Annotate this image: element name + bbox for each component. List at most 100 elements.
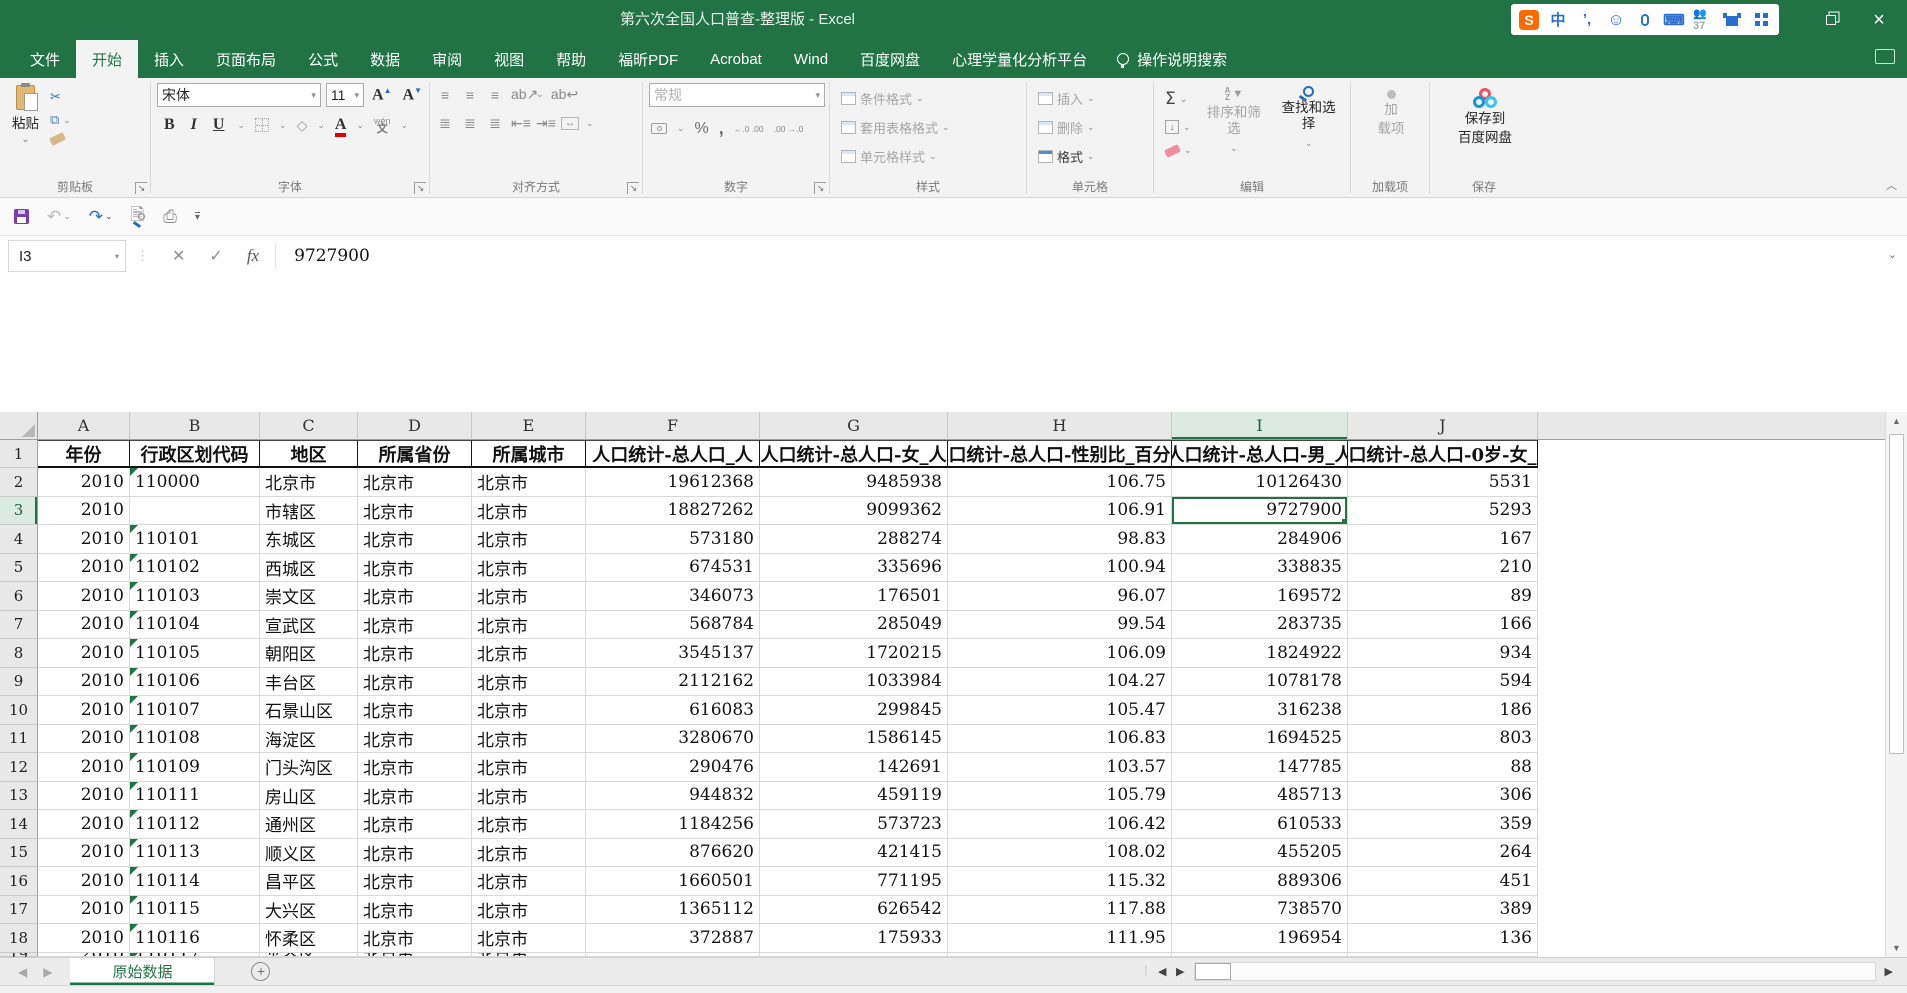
cell-I2[interactable]: 10126430: [1172, 468, 1348, 497]
cell-J16[interactable]: 451: [1348, 867, 1538, 896]
cell-styles-button[interactable]: 单元格样式 ⌄: [838, 145, 1020, 168]
restore-window-button[interactable]: [1811, 0, 1851, 40]
cell-C8[interactable]: 朝阳区: [260, 639, 358, 668]
column-header-C[interactable]: C: [260, 412, 358, 440]
increase-indent-icon[interactable]: ⇥≡: [536, 115, 556, 132]
cell-I18[interactable]: 196954: [1172, 924, 1348, 953]
cell-J14[interactable]: 359: [1348, 810, 1538, 839]
punctuation-icon[interactable]: ’,: [1577, 10, 1597, 30]
decrease-indent-icon[interactable]: ⇤≡: [511, 115, 531, 132]
insert-cells-button[interactable]: 插入 ⌄: [1035, 87, 1147, 110]
vertical-scrollbar-thumb[interactable]: [1889, 434, 1904, 754]
cell-J17[interactable]: 389: [1348, 895, 1538, 924]
cell-A12[interactable]: 2010: [38, 753, 130, 782]
cell-B9[interactable]: 110106: [130, 667, 260, 696]
menu-tab-page-layout[interactable]: 页面布局: [200, 40, 292, 78]
fill-button[interactable]: ↓ ⌄: [1162, 118, 1195, 136]
cell-J8[interactable]: 934: [1348, 639, 1538, 668]
cell-D8[interactable]: 北京市: [358, 639, 472, 668]
menu-tab-psych-platform[interactable]: 心理学量化分析平台: [936, 40, 1103, 78]
cell-G8[interactable]: 1720215: [760, 639, 948, 668]
column-header-A[interactable]: A: [38, 412, 130, 440]
orientation-icon[interactable]: ab↗: [511, 86, 538, 103]
cell-D17[interactable]: 北京市: [358, 895, 472, 924]
cell-B10[interactable]: 110107: [130, 696, 260, 725]
cell-F14[interactable]: 1184256: [586, 810, 760, 839]
cell-E9[interactable]: 北京市: [472, 667, 586, 696]
cell-A10[interactable]: 2010: [38, 696, 130, 725]
cell-C12[interactable]: 门头沟区: [260, 753, 358, 782]
customize-qat-icon[interactable]: ▾: [194, 211, 200, 222]
cell-J3[interactable]: 5293: [1348, 496, 1538, 525]
cell-E14[interactable]: 北京市: [472, 810, 586, 839]
autosum-button[interactable]: Σ ⌄: [1162, 87, 1195, 111]
cell-E10[interactable]: 北京市: [472, 696, 586, 725]
cell-C7[interactable]: 宣武区: [260, 610, 358, 639]
cell-H11[interactable]: 106.83: [948, 724, 1172, 753]
italic-button[interactable]: I: [188, 116, 200, 134]
cell-G11[interactable]: 1586145: [760, 724, 948, 753]
cell-I16[interactable]: 889306: [1172, 867, 1348, 896]
menu-tab-help[interactable]: 帮助: [540, 40, 602, 78]
cell-C1[interactable]: 地区: [260, 440, 358, 468]
cell-G6[interactable]: 176501: [760, 582, 948, 611]
font-color-icon[interactable]: A: [334, 116, 346, 137]
column-header-J[interactable]: J: [1348, 412, 1538, 440]
cell-B3[interactable]: [130, 496, 260, 525]
cell-B14[interactable]: 110112: [130, 810, 260, 839]
cell-A3[interactable]: 2010: [38, 496, 130, 525]
cell-D9[interactable]: 北京市: [358, 667, 472, 696]
cell-I1[interactable]: 人口统计-总人口-男_人: [1172, 440, 1348, 468]
row-header-18[interactable]: 18: [0, 924, 38, 953]
cell-C9[interactable]: 丰台区: [260, 667, 358, 696]
cell-J2[interactable]: 5531: [1348, 468, 1538, 497]
cell-H17[interactable]: 117.88: [948, 895, 1172, 924]
cell-F12[interactable]: 290476: [586, 753, 760, 782]
cell-H14[interactable]: 106.42: [948, 810, 1172, 839]
cell-A1[interactable]: 年份: [38, 440, 130, 468]
cell-G10[interactable]: 299845: [760, 696, 948, 725]
align-right-icon[interactable]: ≣: [486, 115, 504, 132]
collapse-ribbon-button[interactable]: ︿: [1886, 177, 1897, 193]
cell-D1[interactable]: 所属省份: [358, 440, 472, 468]
cell-B16[interactable]: 110114: [130, 867, 260, 896]
grow-font-button[interactable]: A▲: [369, 86, 394, 104]
chinese-mode-icon[interactable]: 中: [1548, 10, 1568, 30]
cancel-button[interactable]: ✕: [160, 246, 197, 266]
cell-C14[interactable]: 通州区: [260, 810, 358, 839]
cell-F5[interactable]: 674531: [586, 553, 760, 582]
cell-C18[interactable]: 怀柔区: [260, 924, 358, 953]
wrap-text-icon[interactable]: ab↩: [551, 86, 579, 103]
horizontal-scrollbar[interactable]: [1194, 962, 1876, 981]
insert-function-button[interactable]: fx: [235, 246, 271, 266]
number-dialog-launcher[interactable]: ↘: [814, 182, 826, 194]
cell-B7[interactable]: 110104: [130, 610, 260, 639]
delete-cells-button[interactable]: 删除 ⌄: [1035, 116, 1147, 139]
shrink-font-button[interactable]: A▼: [400, 86, 425, 104]
menu-tab-file[interactable]: 文件: [14, 40, 76, 78]
tab-scrollbar-divider[interactable]: ⁞: [1144, 964, 1147, 978]
cell-C16[interactable]: 昌平区: [260, 867, 358, 896]
cell-I17[interactable]: 738570: [1172, 895, 1348, 924]
cell-H13[interactable]: 105.79: [948, 781, 1172, 810]
microphone-icon[interactable]: [1635, 10, 1655, 30]
cell-J10[interactable]: 186: [1348, 696, 1538, 725]
name-box[interactable]: I3 ▾: [8, 240, 126, 272]
scroll-down-icon[interactable]: ▼: [1886, 939, 1907, 957]
cell-E17[interactable]: 北京市: [472, 895, 586, 924]
menu-tab-home[interactable]: 开始: [76, 40, 139, 78]
cell-H18[interactable]: 111.95: [948, 924, 1172, 953]
cell-B12[interactable]: 110109: [130, 753, 260, 782]
cell-C4[interactable]: 东城区: [260, 525, 358, 554]
cell-D5[interactable]: 北京市: [358, 553, 472, 582]
cell-G9[interactable]: 1033984: [760, 667, 948, 696]
cell-B18[interactable]: 110116: [130, 924, 260, 953]
column-header-B[interactable]: B: [130, 412, 260, 440]
menu-tab-insert[interactable]: 插入: [138, 40, 200, 78]
cell-F6[interactable]: 346073: [586, 582, 760, 611]
close-window-button[interactable]: ×: [1859, 0, 1899, 40]
phonetic-guide-icon[interactable]: wén 文: [374, 117, 391, 135]
cell-F3[interactable]: 18827262: [586, 496, 760, 525]
cut-button[interactable]: ✂: [47, 87, 74, 107]
cell-A11[interactable]: 2010: [38, 724, 130, 753]
